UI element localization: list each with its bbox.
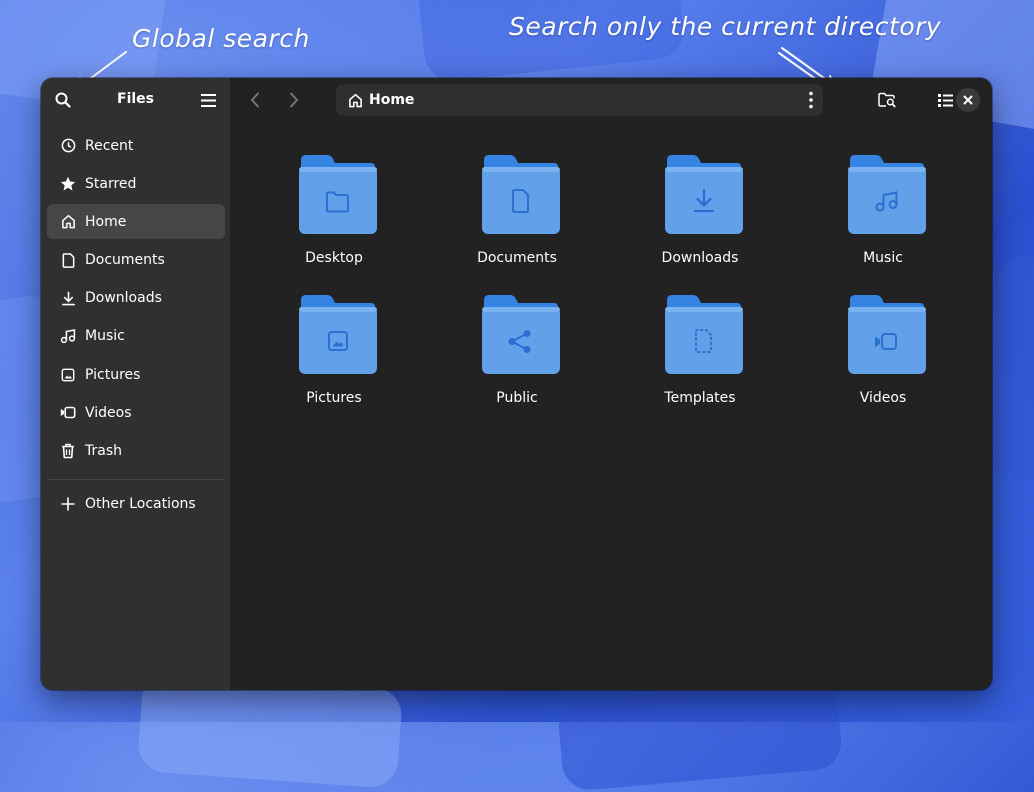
sidebar-header: Files <box>41 78 230 122</box>
file-name: Documents <box>477 250 557 266</box>
header-bar: Home <box>230 78 992 122</box>
sidebar-nav: Recent Starred Home Documents Downloads … <box>47 128 225 472</box>
sidebar: Files Recent Starred Home Documents Down… <box>41 78 230 690</box>
folder-item-music[interactable]: Music <box>803 154 963 284</box>
sidebar-item-documents[interactable]: Documents <box>47 243 225 278</box>
sidebar-item-trash[interactable]: Trash <box>47 434 225 469</box>
folder-item-templates[interactable]: Templates <box>620 294 780 424</box>
vertical-dots-icon[interactable] <box>809 91 813 113</box>
sidebar-item-videos[interactable]: Videos <box>47 395 225 430</box>
folder-item-public[interactable]: Public <box>437 294 597 424</box>
clock-icon <box>60 138 76 154</box>
hamburger-menu-icon[interactable] <box>198 90 218 110</box>
folder-icon <box>665 295 743 374</box>
file-name: Music <box>863 250 903 266</box>
star-icon <box>60 176 76 192</box>
sidebar-item-label: Downloads <box>85 290 162 307</box>
chevron-right-icon[interactable] <box>279 86 309 114</box>
folder-icon <box>482 295 560 374</box>
folder-item-desktop[interactable]: Desktop <box>254 154 414 284</box>
folder-icon <box>299 295 377 374</box>
music-note-icon <box>60 328 76 344</box>
document-icon <box>60 252 76 268</box>
video-camera-icon <box>60 405 76 421</box>
trash-icon <box>60 443 76 459</box>
folder-item-pictures[interactable]: Pictures <box>254 294 414 424</box>
download-icon <box>60 290 76 306</box>
image-icon <box>60 367 76 383</box>
folder-icon <box>848 295 926 374</box>
sidebar-divider <box>47 479 225 480</box>
sidebar-item-label: Trash <box>85 443 122 459</box>
list-view-icon[interactable] <box>934 90 956 110</box>
sidebar-item-label: Recent <box>85 137 134 154</box>
sidebar-item-music[interactable]: Music <box>47 319 225 354</box>
file-name: Public <box>496 390 538 406</box>
main-content: Home Desktop Documents Downloads Music P… <box>230 78 992 690</box>
chevron-left-icon[interactable] <box>240 86 270 114</box>
annotation-current-directory-search: Search only the current directory <box>509 12 942 41</box>
sidebar-item-other-locations[interactable]: Other Locations <box>47 486 225 521</box>
sidebar-item-starred[interactable]: Starred <box>47 166 225 201</box>
sidebar-item-home[interactable]: Home <box>47 204 225 240</box>
home-icon <box>60 214 76 230</box>
sidebar-item-label: Videos <box>85 404 132 421</box>
sidebar-item-label: Starred <box>85 175 137 192</box>
sidebar-item-label: Other Locations <box>85 495 196 512</box>
folder-search-icon[interactable] <box>876 90 898 110</box>
sidebar-item-pictures[interactable]: Pictures <box>47 357 225 392</box>
annotation-global-search: Global search <box>132 24 310 53</box>
folder-icon <box>299 155 377 234</box>
wallpaper-tile <box>556 677 844 792</box>
file-name: Videos <box>859 390 907 406</box>
folder-icon <box>665 155 743 234</box>
plus-icon <box>60 496 76 512</box>
close-icon[interactable] <box>956 88 980 112</box>
folder-item-downloads[interactable]: Downloads <box>620 154 780 284</box>
home-icon <box>348 93 363 108</box>
sidebar-item-downloads[interactable]: Downloads <box>47 281 225 316</box>
files-window: Files Recent Starred Home Documents Down… <box>41 78 992 690</box>
file-name: Pictures <box>306 390 362 406</box>
sidebar-item-label: Home <box>85 213 127 230</box>
sidebar-item-recent[interactable]: Recent <box>47 128 225 163</box>
sidebar-item-label: Music <box>85 328 125 345</box>
file-name: Templates <box>664 390 736 406</box>
path-bar[interactable]: Home <box>336 84 823 116</box>
sidebar-item-label: Pictures <box>85 366 141 383</box>
file-name: Desktop <box>305 250 363 266</box>
folder-item-documents[interactable]: Documents <box>437 154 597 284</box>
sidebar-item-label: Documents <box>85 252 165 269</box>
folder-item-videos[interactable]: Videos <box>803 294 963 424</box>
path-label: Home <box>369 92 415 108</box>
folder-icon <box>482 155 560 234</box>
file-name: Downloads <box>661 250 739 266</box>
folder-icon <box>848 155 926 234</box>
